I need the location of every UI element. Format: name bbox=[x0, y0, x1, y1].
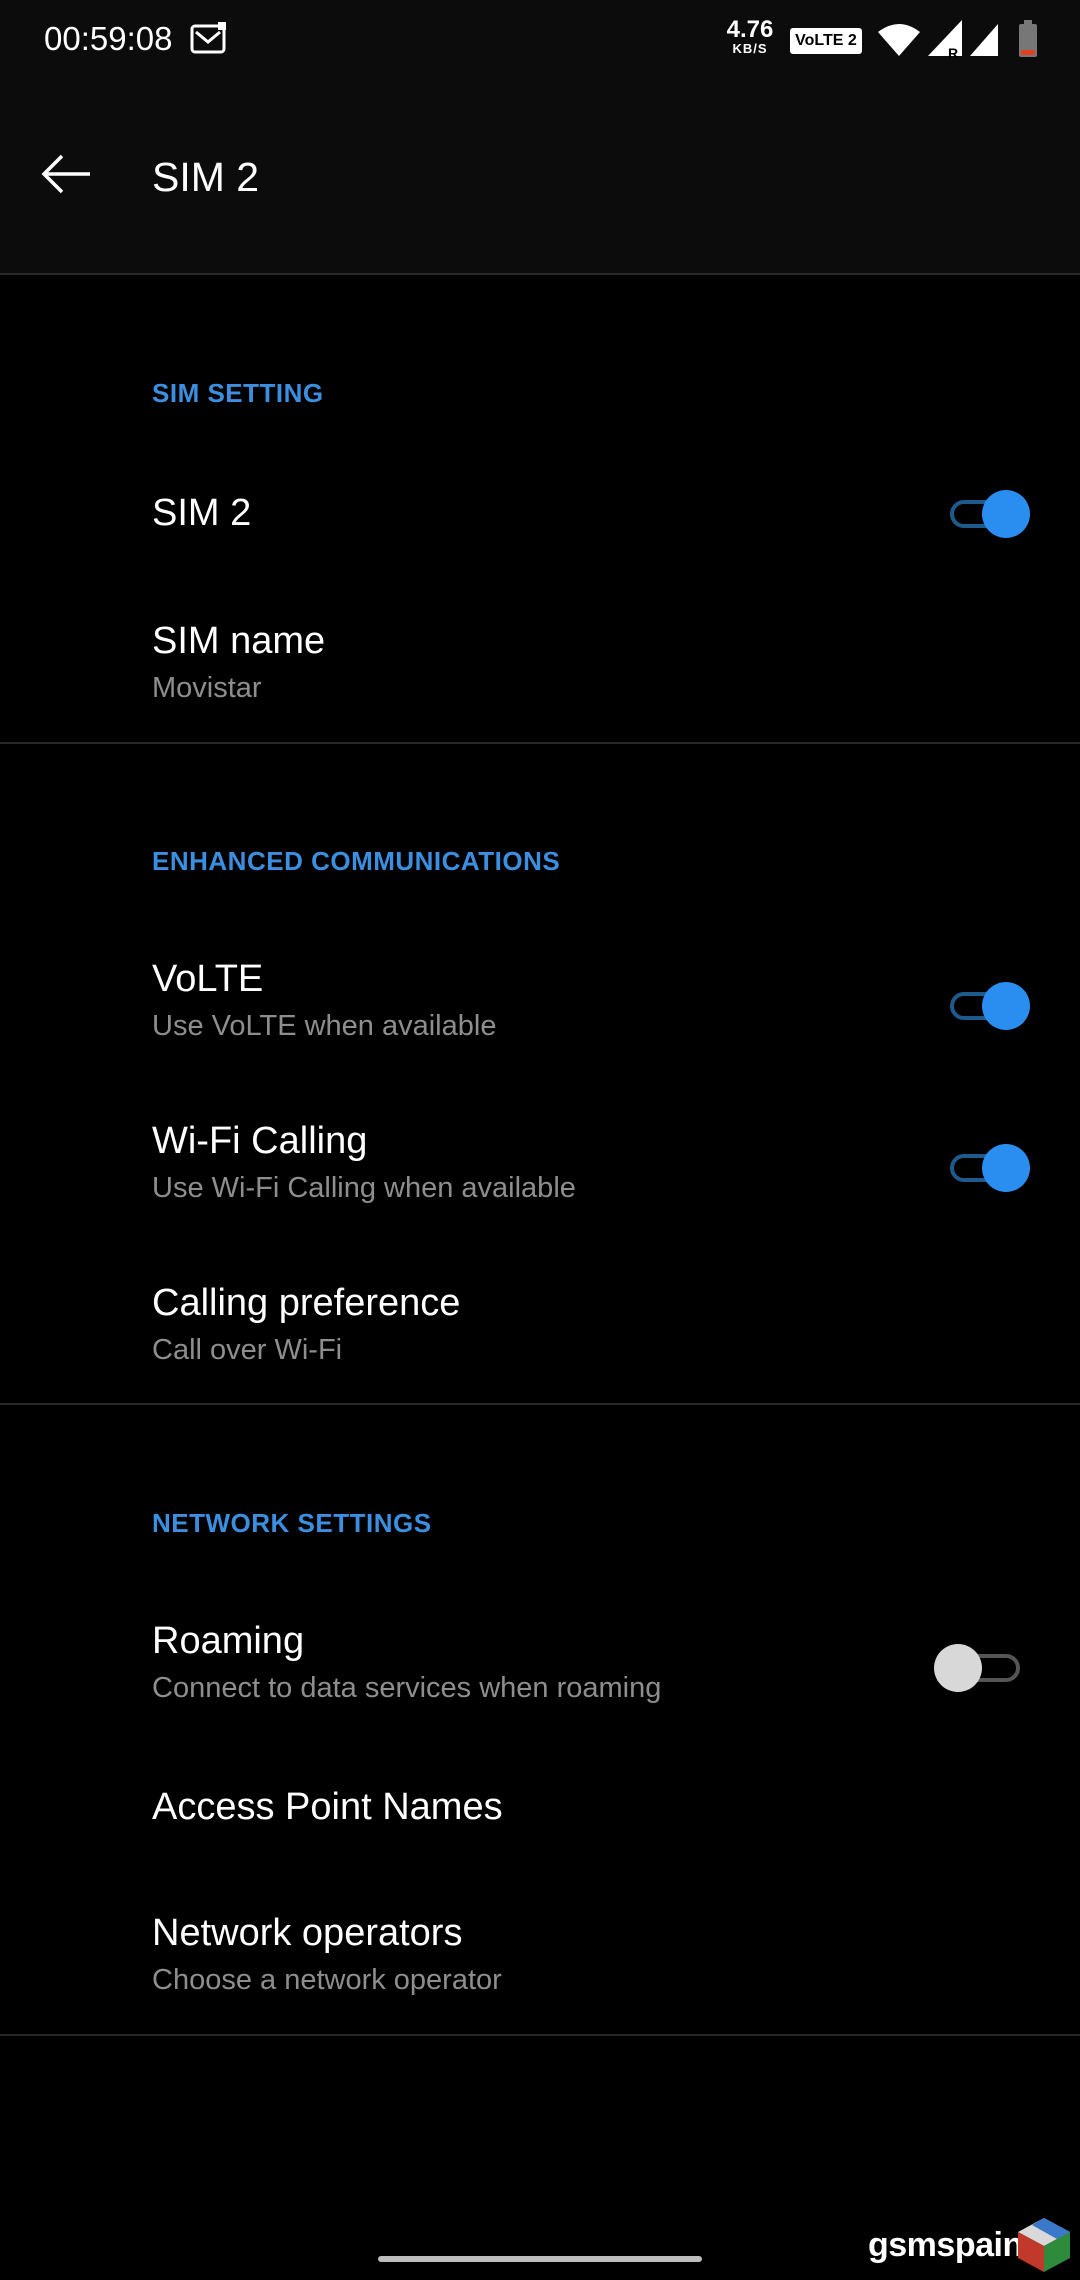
volte-toggle-switch[interactable] bbox=[950, 982, 1030, 1030]
sim-toggle-switch[interactable] bbox=[950, 490, 1030, 538]
roaming-title: Roaming bbox=[152, 1620, 305, 1662]
volte-title: VoLTE bbox=[152, 958, 264, 1000]
wifi-calling-subtitle: Use Wi-Fi Calling when available bbox=[152, 1172, 576, 1204]
battery-icon bbox=[1019, 20, 1037, 57]
divider bbox=[0, 742, 1080, 744]
speed-unit: KB/S bbox=[732, 41, 768, 56]
svg-text:R: R bbox=[948, 45, 958, 58]
watermark-logo-icon bbox=[1018, 2218, 1070, 2272]
toggle-thumb bbox=[982, 490, 1030, 538]
sim-name-subtitle: Movistar bbox=[152, 672, 262, 704]
divider bbox=[0, 2034, 1080, 2036]
back-arrow-icon[interactable] bbox=[40, 154, 92, 194]
section-header-enhanced-communications: ENHANCED COMMUNICATIONS bbox=[152, 846, 561, 876]
calling-preference-subtitle: Call over Wi-Fi bbox=[152, 1334, 343, 1366]
watermark-text: gsmspain bbox=[868, 2226, 1023, 2264]
divider bbox=[0, 1403, 1080, 1405]
roaming-subtitle: Connect to data services when roaming bbox=[152, 1672, 662, 1704]
roaming-toggle-switch[interactable] bbox=[934, 1644, 1022, 1692]
wifi-icon bbox=[878, 24, 920, 56]
page-title: SIM 2 bbox=[152, 154, 260, 200]
wifi-calling-title: Wi-Fi Calling bbox=[152, 1120, 368, 1162]
signal-icon-sim2 bbox=[970, 24, 998, 56]
network-operators-subtitle: Choose a network operator bbox=[152, 1964, 502, 1996]
calling-preference-title: Calling preference bbox=[152, 1282, 461, 1324]
speed-value: 4.76 bbox=[726, 16, 774, 43]
volte-subtitle: Use VoLTE when available bbox=[152, 1010, 497, 1042]
toggle-thumb bbox=[982, 982, 1030, 1030]
app-bar: SIM 2 bbox=[0, 80, 1080, 275]
toggle-thumb bbox=[934, 1644, 982, 1692]
mail-icon bbox=[190, 22, 226, 54]
sim-name-title: SIM name bbox=[152, 620, 326, 662]
status-bar: 00:59:08 4.76 KB/S VoLTE 2 R bbox=[0, 0, 1080, 80]
sim-toggle-title: SIM 2 bbox=[152, 492, 252, 534]
signal-icon: R bbox=[928, 20, 962, 58]
status-time: 00:59:08 bbox=[44, 20, 173, 57]
wifi-calling-toggle-switch[interactable] bbox=[950, 1144, 1030, 1192]
volte-badge: VoLTE 2 bbox=[790, 28, 862, 54]
section-header-sim-setting: SIM SETTING bbox=[152, 378, 324, 408]
network-speed: 4.76 KB/S bbox=[722, 18, 778, 56]
gesture-nav-handle[interactable] bbox=[378, 2256, 702, 2262]
section-header-network-settings: NETWORK SETTINGS bbox=[152, 1508, 432, 1538]
toggle-thumb bbox=[982, 1144, 1030, 1192]
access-point-names-title: Access Point Names bbox=[152, 1786, 503, 1828]
network-operators-title: Network operators bbox=[152, 1912, 463, 1954]
